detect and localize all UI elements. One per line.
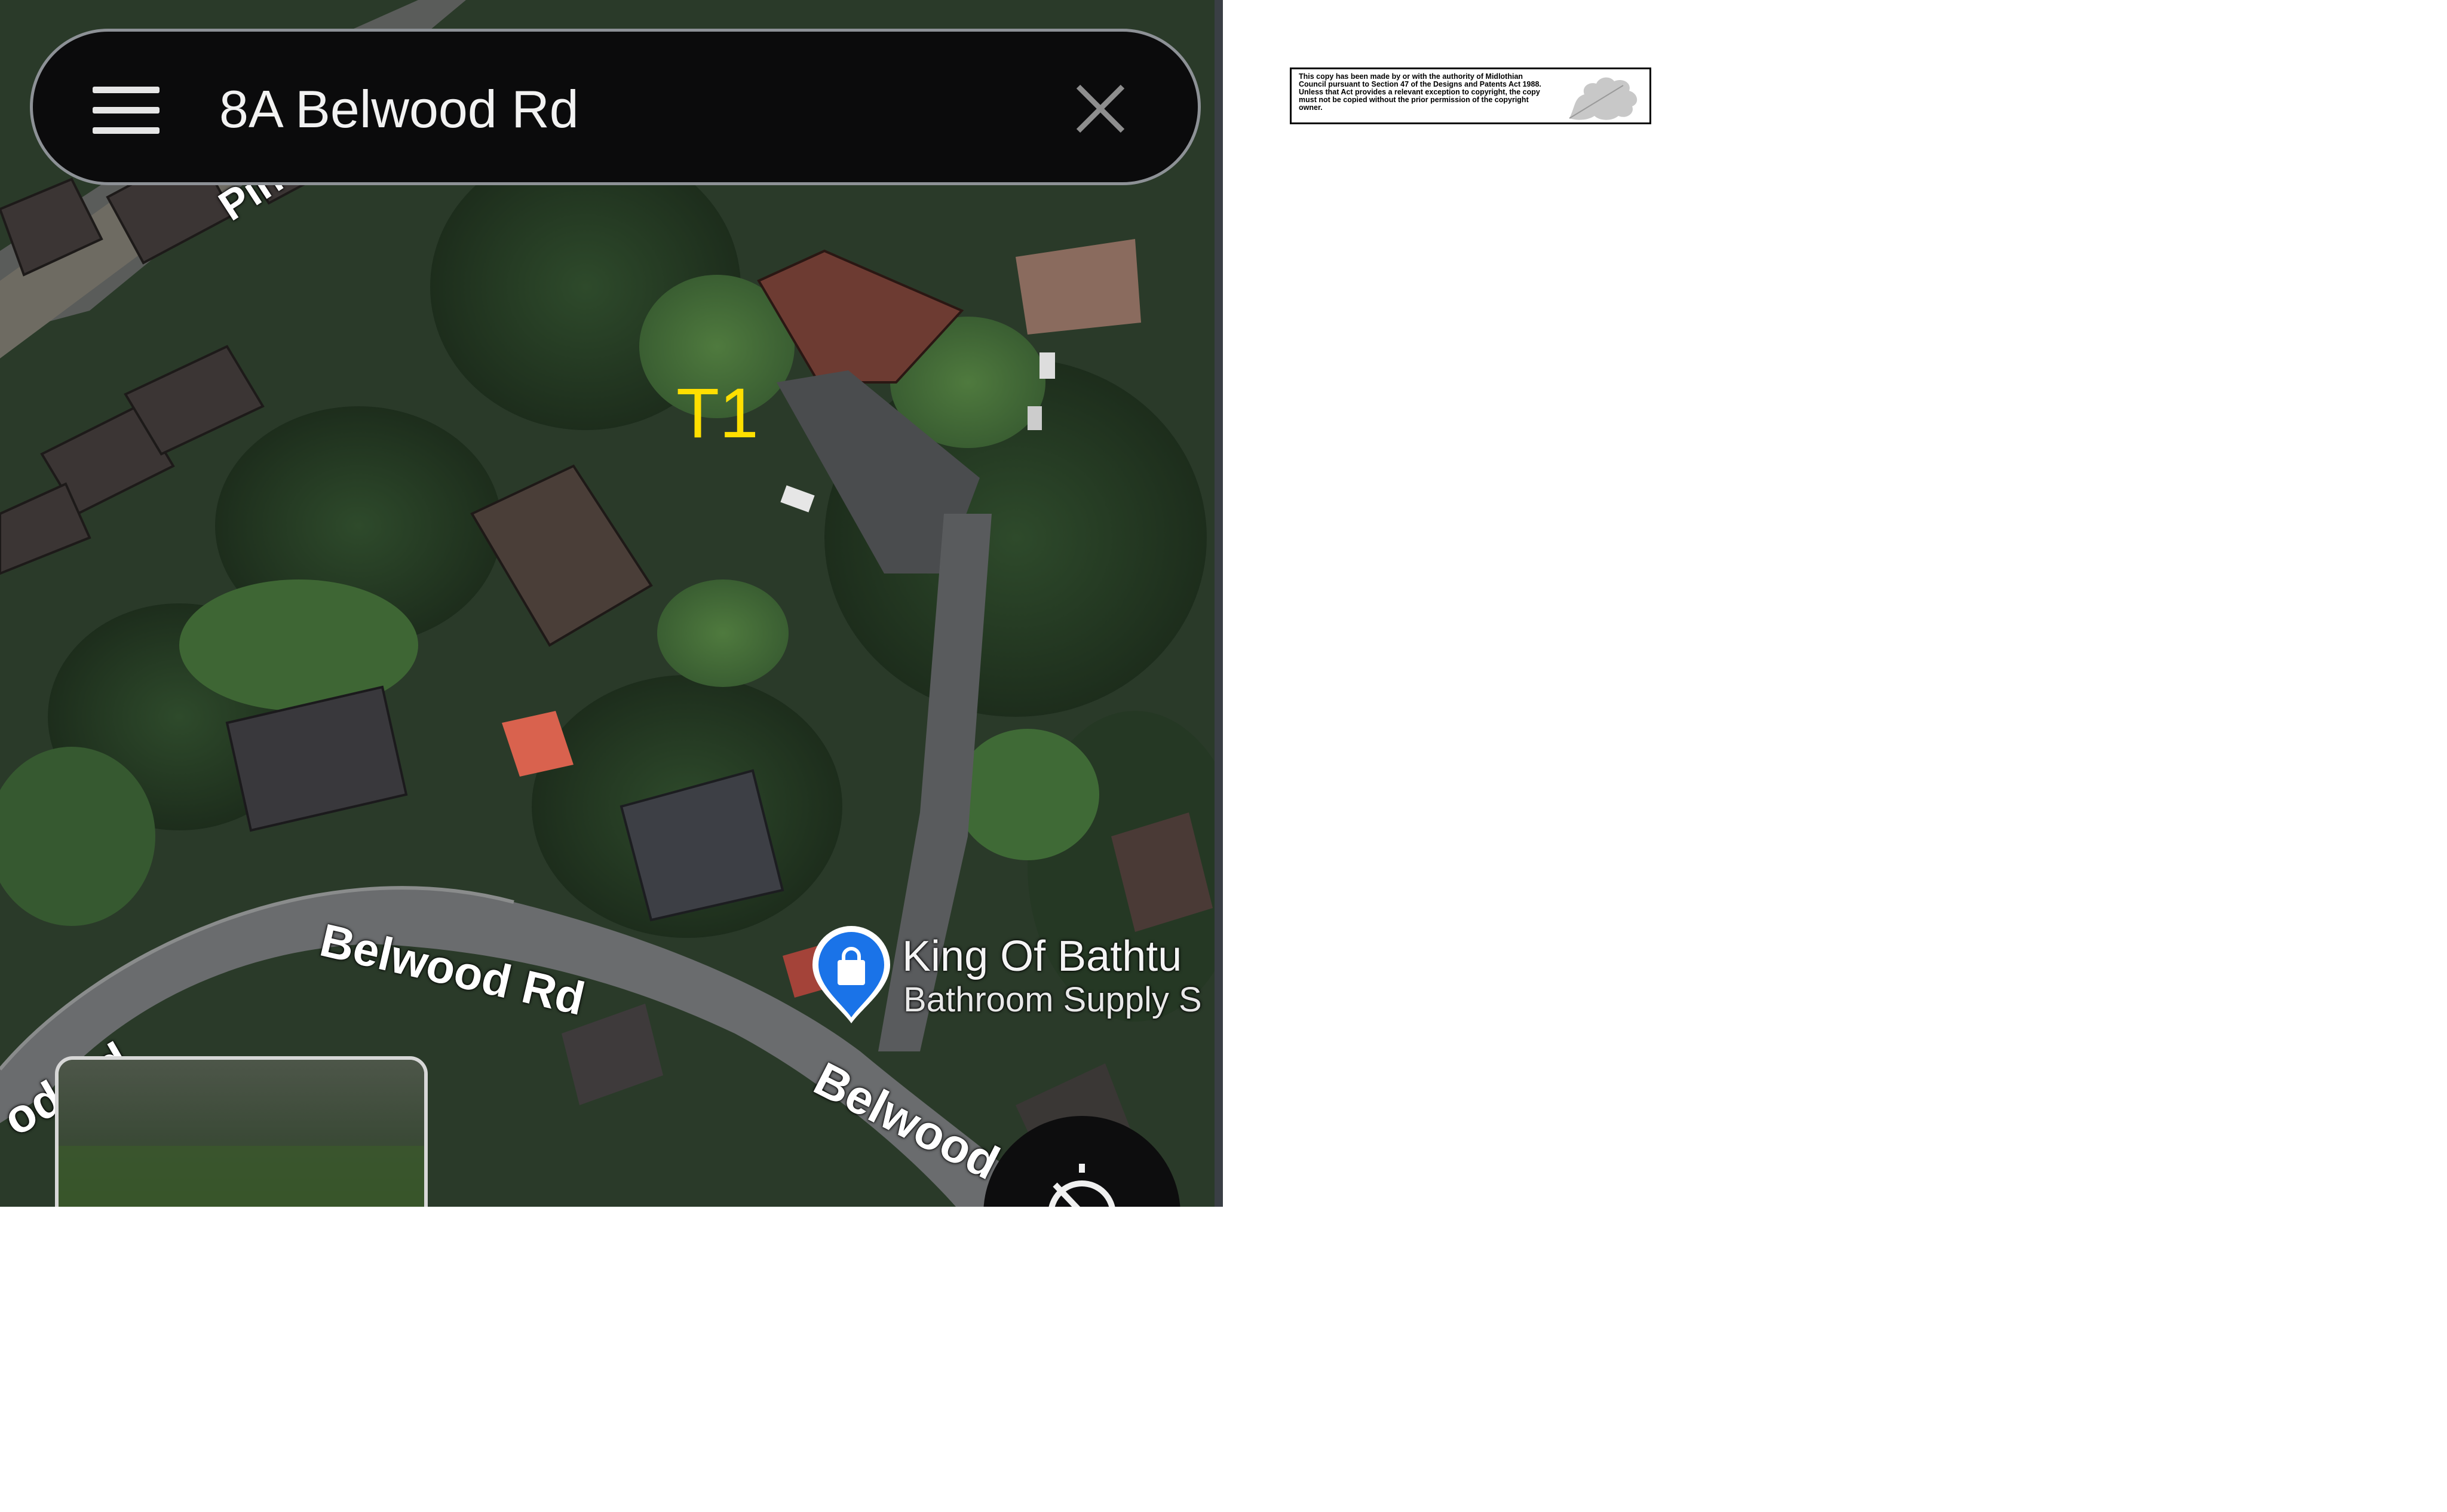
poi-pin[interactable] xyxy=(807,923,896,1028)
map-edge xyxy=(1215,0,1223,1207)
copyright-notice-text: This copy has been made by or with the a… xyxy=(1299,72,1541,112)
compass-icon xyxy=(1048,1164,1115,1207)
poi-category: Bathroom Supply S xyxy=(903,980,1202,1019)
search-query[interactable]: 8A Belwood Rd xyxy=(219,73,579,145)
search-bar[interactable]: 8A Belwood Rd xyxy=(30,29,1201,185)
tree-marker-label: T1 xyxy=(676,374,759,453)
close-icon[interactable] xyxy=(1072,81,1129,137)
poi-name[interactable]: King Of Bathtu xyxy=(902,932,1182,981)
hamburger-menu-icon[interactable] xyxy=(93,87,160,134)
compass-button[interactable] xyxy=(983,1116,1180,1207)
street-view-image xyxy=(59,1060,424,1207)
oak-leaf-logo xyxy=(1569,77,1638,120)
copyright-notice: This copy has been made by or with the a… xyxy=(1290,68,1651,124)
street-view-thumbnail[interactable] xyxy=(55,1056,428,1207)
